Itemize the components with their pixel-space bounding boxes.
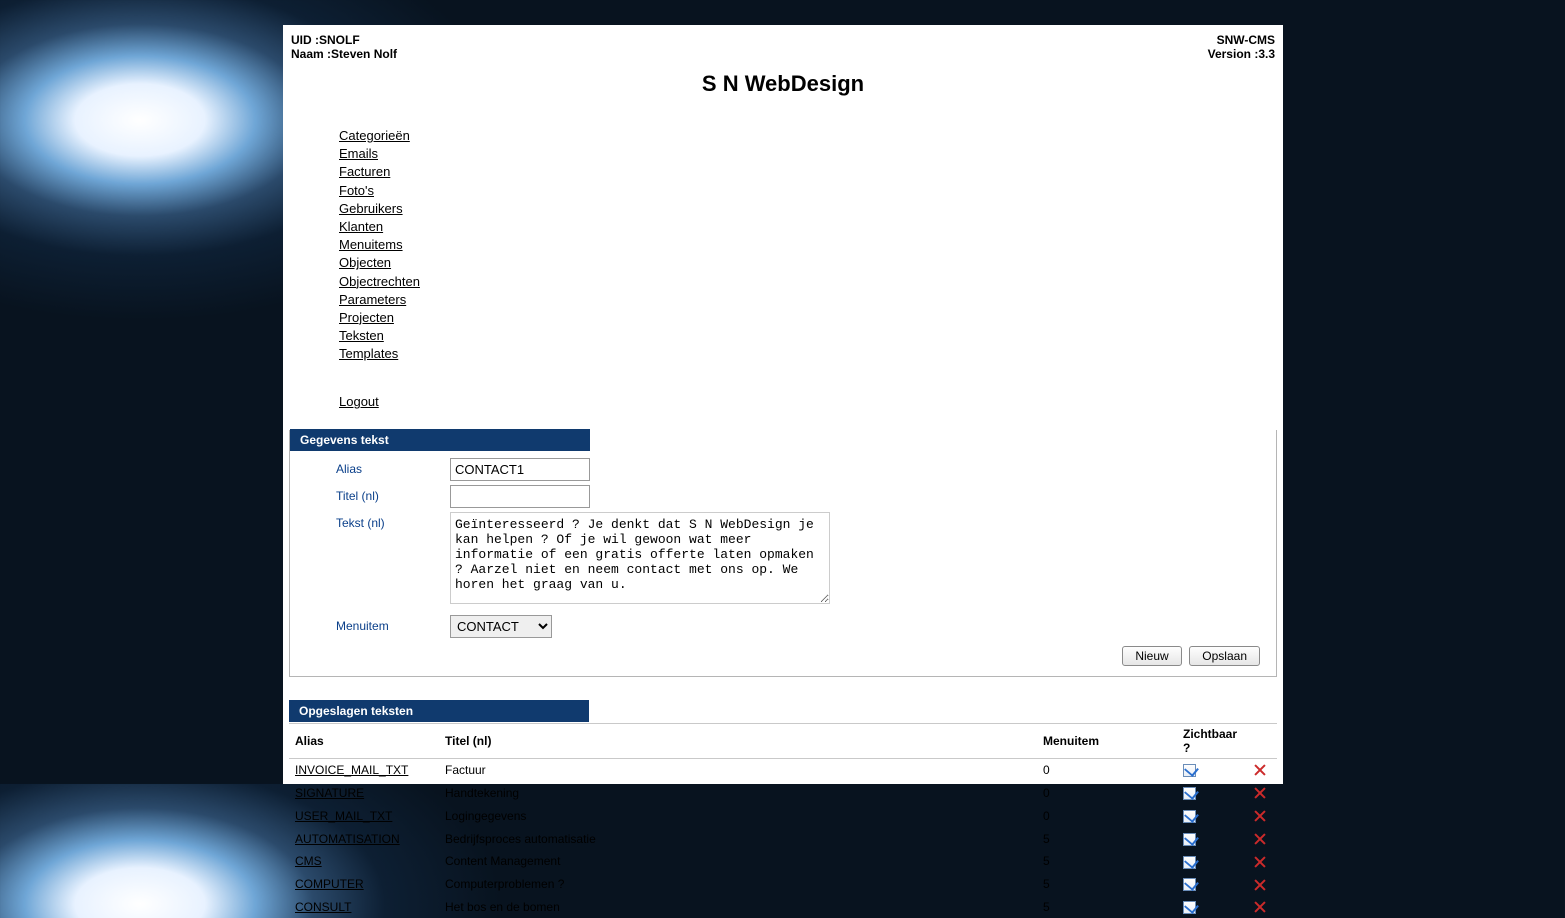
row-alias-link[interactable]: CONSULT <box>295 900 351 914</box>
alias-input[interactable] <box>450 458 590 481</box>
row-menuitem: 5 <box>1037 850 1177 873</box>
delete-icon[interactable] <box>1253 900 1267 914</box>
nav-item-teksten[interactable]: Teksten <box>339 327 384 345</box>
list-panel: Opgeslagen teksten Alias Titel (nl) Menu… <box>289 701 1277 918</box>
version-value: 3.3 <box>1258 47 1275 61</box>
delete-icon[interactable] <box>1253 763 1267 777</box>
row-alias-link[interactable]: SIGNATURE <box>295 786 364 800</box>
row-menuitem: 0 <box>1037 781 1177 804</box>
version-label: Version : <box>1208 47 1259 61</box>
table-row: AUTOMATISATION Bedrijfsproces automatisat… <box>289 827 1277 850</box>
visible-checkbox[interactable] <box>1183 787 1196 800</box>
nav-item-objecten[interactable]: Objecten <box>339 254 391 272</box>
row-alias-link[interactable]: CMS <box>295 854 322 868</box>
nav-logout[interactable]: Logout <box>339 393 379 411</box>
delete-icon[interactable] <box>1253 878 1267 892</box>
form-panel: Gegevens tekst Alias Titel (nl) Tekst (n… <box>289 430 1277 677</box>
row-menuitem: 0 <box>1037 758 1177 781</box>
app-meta: SNW-CMS Version :3.3 <box>1208 33 1275 61</box>
table-row: CONSULT Het bos en de bomen5 <box>289 896 1277 918</box>
nav-item-parameters[interactable]: Parameters <box>339 291 406 309</box>
table-row: USER_MAIL_TXT Logingegevens0 <box>289 804 1277 827</box>
nav-item-emails[interactable]: Emails <box>339 145 378 163</box>
visible-checkbox[interactable] <box>1183 764 1196 777</box>
visible-checkbox[interactable] <box>1183 856 1196 869</box>
nav-item-projecten[interactable]: Projecten <box>339 309 394 327</box>
alias-label: Alias <box>300 458 450 476</box>
tekst-label: Tekst (nl) <box>300 512 450 530</box>
col-visible: Zichtbaar ? <box>1177 723 1247 758</box>
row-alias-link[interactable]: AUTOMATISATION <box>295 832 400 846</box>
row-menuitem: 5 <box>1037 896 1177 918</box>
save-button[interactable]: Opslaan <box>1189 646 1260 666</box>
delete-icon[interactable] <box>1253 786 1267 800</box>
name-label: Naam : <box>291 47 331 61</box>
menuitem-select[interactable]: CONTACT <box>450 615 552 638</box>
visible-checkbox[interactable] <box>1183 901 1196 914</box>
table-row: INVOICE_MAIL_TXT Factuur0 <box>289 758 1277 781</box>
texts-table: Alias Titel (nl) Menuitem Zichtbaar ? IN… <box>289 723 1277 918</box>
nav-item-menuitems[interactable]: Menuitems <box>339 236 403 254</box>
tekst-textarea[interactable] <box>450 512 830 604</box>
visible-checkbox[interactable] <box>1183 810 1196 823</box>
nav-item-templates[interactable]: Templates <box>339 345 398 363</box>
col-alias: Alias <box>289 723 439 758</box>
row-titel: Computerproblemen ? <box>439 873 1037 896</box>
row-titel: Het bos en de bomen <box>439 896 1037 918</box>
row-titel: Content Management <box>439 850 1037 873</box>
row-titel: Factuur <box>439 758 1037 781</box>
brand-title: S N WebDesign <box>283 71 1283 97</box>
delete-icon[interactable] <box>1253 855 1267 869</box>
row-menuitem: 5 <box>1037 827 1177 850</box>
uid-label: UID : <box>291 33 319 47</box>
row-alias-link[interactable]: COMPUTER <box>295 877 364 891</box>
row-menuitem: 5 <box>1037 873 1177 896</box>
row-alias-link[interactable]: USER_MAIL_TXT <box>295 809 392 823</box>
table-row: CMS Content Management5 <box>289 850 1277 873</box>
nav-item-objectrechten[interactable]: Objectrechten <box>339 273 420 291</box>
user-info: UID :SNOLF Naam :Steven Nolf <box>291 33 397 61</box>
titel-label: Titel (nl) <box>300 485 450 503</box>
visible-checkbox[interactable] <box>1183 833 1196 846</box>
list-panel-title: Opgeslagen teksten <box>289 700 589 722</box>
topbar: UID :SNOLF Naam :Steven Nolf SNW-CMS Ver… <box>283 25 1283 53</box>
main-nav: CategorieënEmailsFacturenFoto'sGebruiker… <box>339 127 1283 412</box>
app-name: SNW-CMS <box>1217 33 1275 47</box>
menuitem-label: Menuitem <box>300 615 450 633</box>
form-panel-title: Gegevens tekst <box>290 429 590 451</box>
name-value: Steven Nolf <box>331 47 397 61</box>
delete-icon[interactable] <box>1253 832 1267 846</box>
row-titel: Handtekening <box>439 781 1037 804</box>
row-titel: Logingegevens <box>439 804 1037 827</box>
row-alias-link[interactable]: INVOICE_MAIL_TXT <box>295 763 408 777</box>
table-row: SIGNATURE Handtekening0 <box>289 781 1277 804</box>
row-titel: Bedrijfsproces automatisatie <box>439 827 1037 850</box>
nav-item-facturen[interactable]: Facturen <box>339 163 390 181</box>
col-menuitem: Menuitem <box>1037 723 1177 758</box>
titel-input[interactable] <box>450 485 590 508</box>
uid-value: SNOLF <box>319 33 360 47</box>
new-button[interactable]: Nieuw <box>1122 646 1181 666</box>
table-row: COMPUTER Computerproblemen ?5 <box>289 873 1277 896</box>
app-window: UID :SNOLF Naam :Steven Nolf SNW-CMS Ver… <box>283 25 1283 784</box>
nav-item-gebruikers[interactable]: Gebruikers <box>339 200 403 218</box>
delete-icon[interactable] <box>1253 809 1267 823</box>
nav-item-klanten[interactable]: Klanten <box>339 218 383 236</box>
nav-item-categorie-n[interactable]: Categorieën <box>339 127 410 145</box>
col-titel: Titel (nl) <box>439 723 1037 758</box>
nav-item-foto-s[interactable]: Foto's <box>339 182 374 200</box>
visible-checkbox[interactable] <box>1183 878 1196 891</box>
row-menuitem: 0 <box>1037 804 1177 827</box>
